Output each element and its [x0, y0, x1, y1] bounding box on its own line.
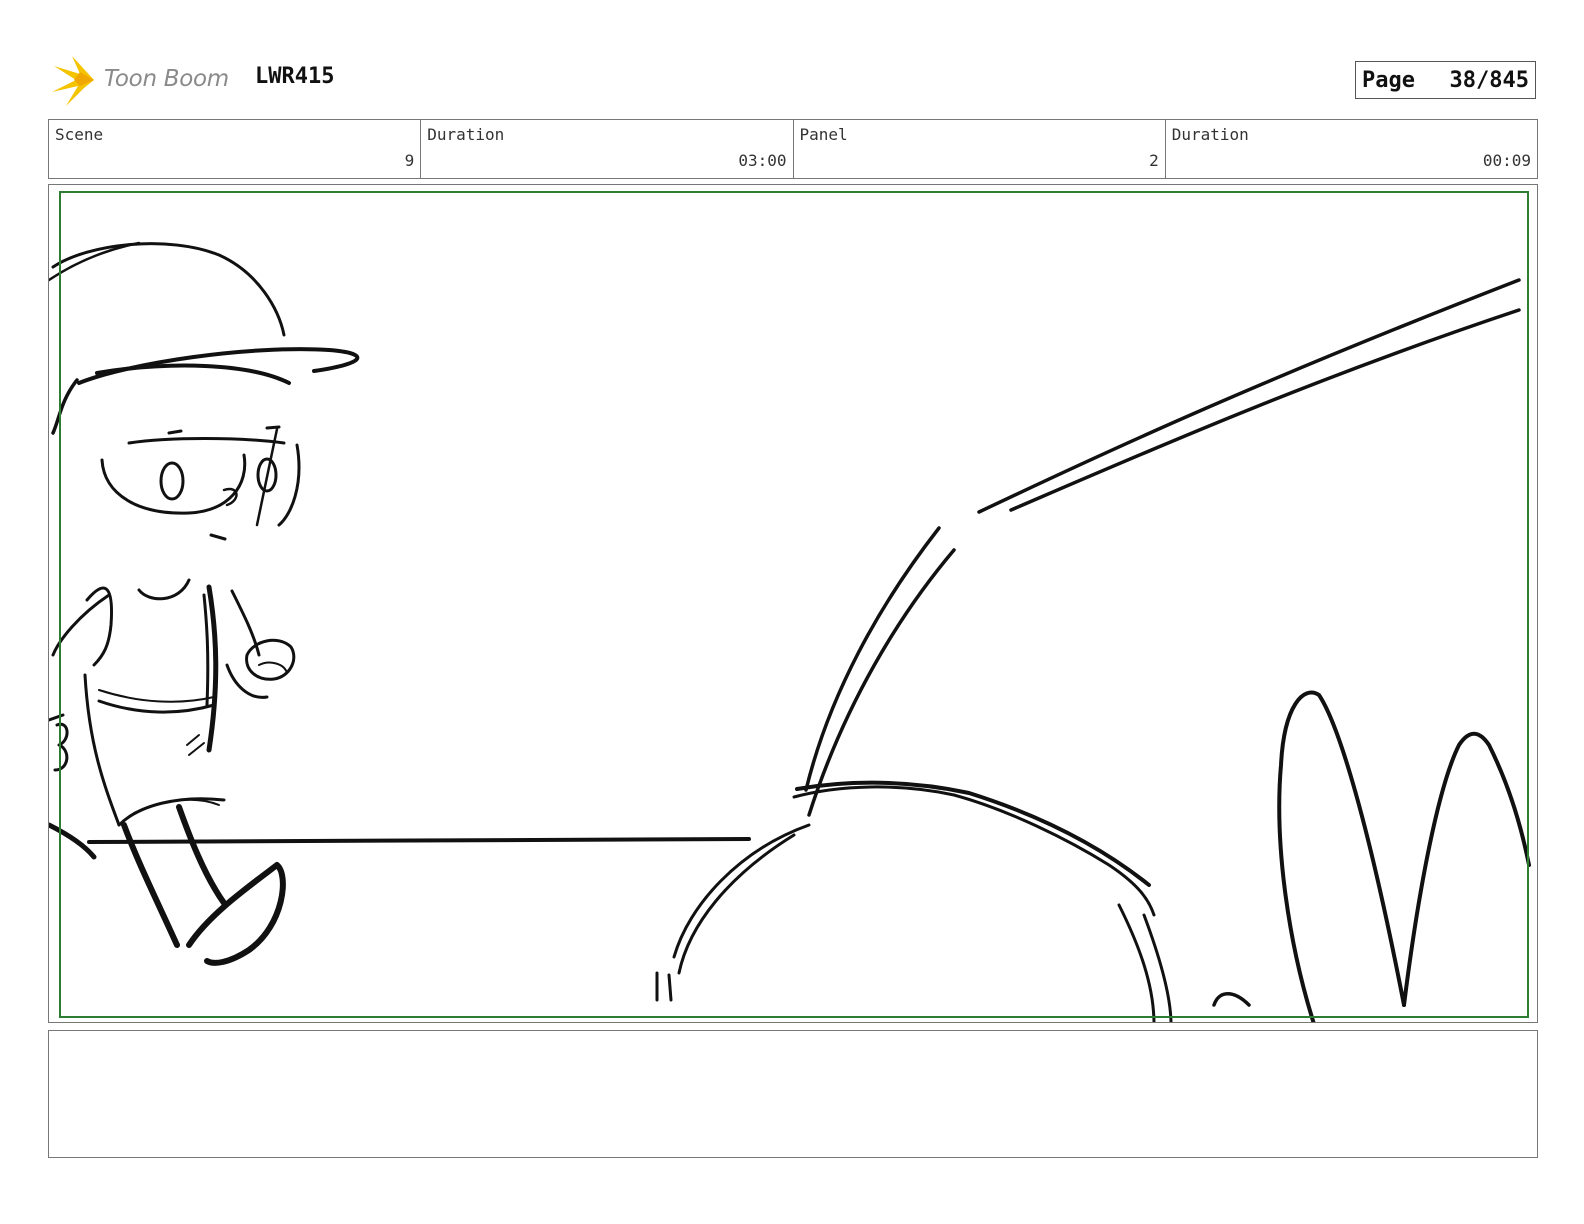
grass-leaf-left — [1277, 690, 1406, 1022]
panel-cell: Panel 2 — [794, 120, 1166, 178]
page-indicator: Page 38/845 — [1355, 61, 1536, 99]
project-code: LWR415 — [255, 64, 335, 89]
panel-duration-cell: Duration 00:09 — [1166, 120, 1537, 178]
storyboard-sketch — [49, 191, 1531, 1022]
scene-label: Scene — [55, 125, 104, 144]
storyboard-panel — [48, 184, 1538, 1023]
character-left-eye — [159, 461, 185, 501]
action-notes-box[interactable] — [48, 1030, 1538, 1158]
scene-duration-cell: Duration 03:00 — [421, 120, 794, 178]
starburst-logo-icon — [52, 56, 94, 106]
panel-duration-value: 00:09 — [1482, 151, 1531, 170]
scene-duration-label: Duration — [427, 125, 505, 144]
tree-trunk — [804, 526, 941, 792]
scene-value: 9 — [404, 151, 415, 170]
scene-duration-value: 03:00 — [738, 151, 787, 170]
tree-branch — [977, 278, 1521, 514]
toon-boom-logo: Toon Boom — [50, 52, 240, 108]
scene-cell: Scene 9 — [49, 120, 422, 178]
panel-duration-label: Duration — [1171, 125, 1249, 144]
page-label: Page — [1362, 67, 1415, 93]
character-shoe — [186, 862, 286, 966]
dome-shape — [677, 833, 796, 975]
small-bush — [1212, 992, 1251, 1007]
grass-leaf-right — [1402, 731, 1531, 1007]
horizon-line — [87, 837, 751, 844]
character-torso — [137, 578, 191, 601]
logo-text: Toon Boom — [104, 66, 229, 92]
panel-value: 2 — [1149, 151, 1159, 170]
character-head — [51, 378, 79, 435]
panel-info-row: Scene 9 Duration 03:00 Panel 2 Duration … — [48, 119, 1538, 179]
page-number: 38/845 — [1449, 67, 1529, 93]
character-cap — [51, 242, 286, 337]
character-leg-right — [176, 804, 227, 906]
panel-label: Panel — [799, 125, 848, 144]
